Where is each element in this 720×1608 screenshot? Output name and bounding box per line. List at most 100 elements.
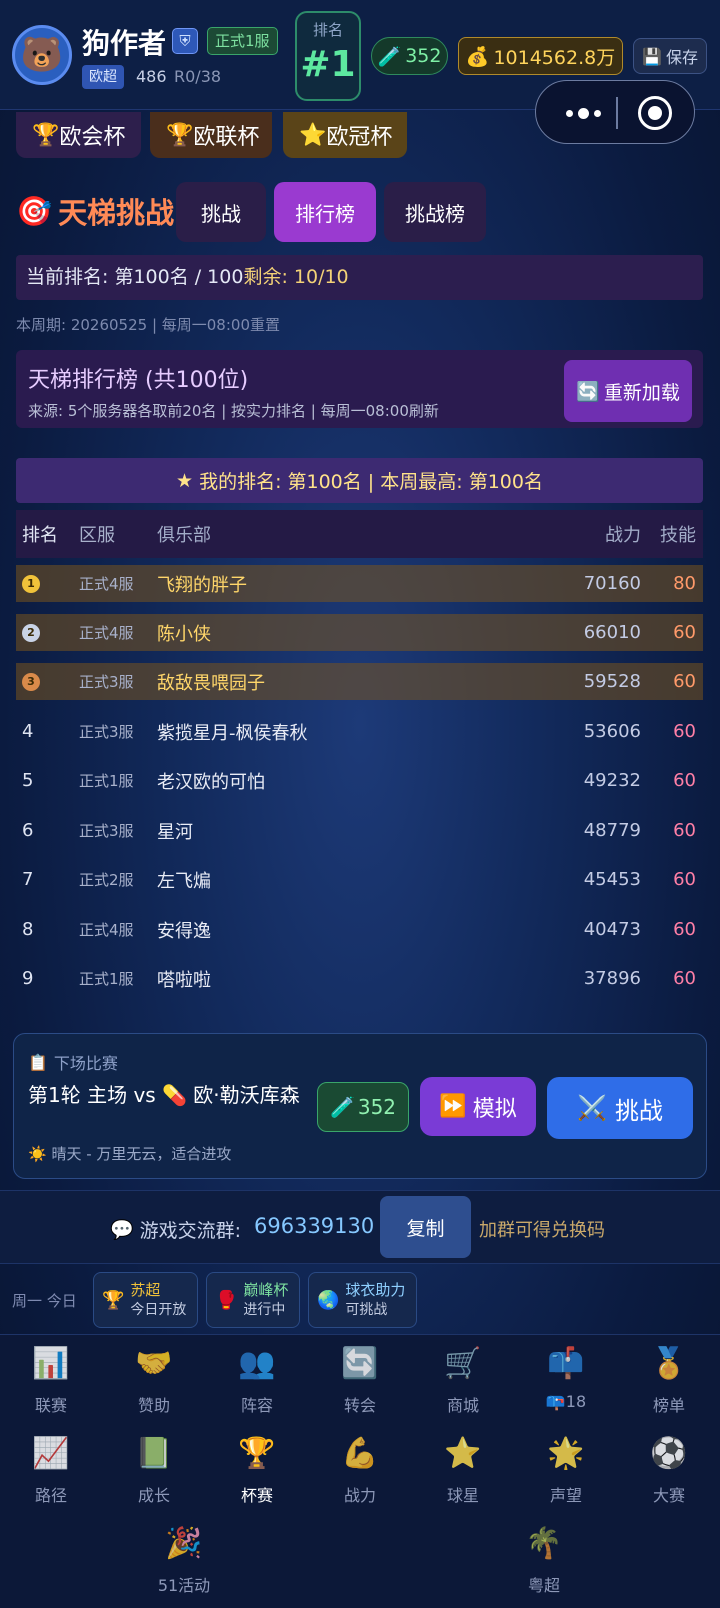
coins-pill[interactable]: 💰 1014562.8万: [458, 37, 623, 75]
soccer-ball-icon: ⚽: [650, 1436, 688, 1471]
community-note: 加群可得兑换码: [479, 1220, 605, 1241]
trophy-icon: 🏆: [166, 122, 194, 148]
row-skill: 60: [673, 968, 696, 989]
header-server: 区服: [79, 525, 115, 546]
row-server: 正式4服: [79, 624, 134, 642]
tab-challenge[interactable]: 挑战: [176, 182, 266, 242]
nav-cups[interactable]: 🏆 杯赛: [207, 1434, 307, 1524]
table-row[interactable]: 2 正式4服 陈小侠 66010 60: [16, 614, 703, 651]
challenge-label: 挑战: [614, 1096, 663, 1125]
nav-reputation[interactable]: 🌟 声望: [516, 1434, 616, 1524]
challenge-button[interactable]: ⚔️ 挑战: [547, 1077, 693, 1139]
crossed-swords-icon: ⚔️: [577, 1094, 607, 1122]
nav-power[interactable]: 💪 战力: [310, 1434, 410, 1524]
leaderboard-source: 来源: 5个服务器各取前20名 | 按实力排名 | 每周一08:00刷新: [28, 402, 439, 420]
row-power: 49232: [583, 770, 641, 791]
tab-challenge-board[interactable]: 挑战榜: [384, 182, 486, 242]
avatar[interactable]: 🐻: [12, 25, 72, 85]
nav-tournament[interactable]: ⚽ 大赛: [619, 1434, 719, 1524]
close-target-icon[interactable]: [638, 96, 672, 130]
row-server: 正式1服: [79, 970, 134, 988]
trophy-icon: 🏆: [32, 122, 60, 148]
simulate-button[interactable]: ⏩ 模拟: [420, 1077, 536, 1136]
table-row[interactable]: 5 正式1服 老汉欧的可怕 49232 60: [16, 762, 703, 799]
row-skill: 60: [673, 869, 696, 890]
community-label-text: 游戏交流群:: [139, 1220, 242, 1242]
copy-button[interactable]: 复制: [380, 1196, 471, 1258]
row-power: 70160: [583, 573, 641, 594]
bar-chart-icon: 📊: [32, 1346, 70, 1381]
leaderboard-title: 天梯排行榜 (共100位): [28, 368, 249, 393]
star-icon: ★: [176, 469, 194, 492]
sun-icon: ☀️: [28, 1145, 47, 1163]
nav-path[interactable]: 📈 路径: [1, 1434, 101, 1524]
reload-button[interactable]: 🔄 重新加载: [564, 360, 692, 422]
glowing-star-icon: 🌟: [547, 1436, 585, 1471]
nav-label: 杯赛: [240, 1486, 273, 1505]
table-row[interactable]: 1 正式4服 飞翔的胖子 70160 80: [16, 565, 703, 602]
row-power: 37896: [583, 968, 641, 989]
nav-label: 球星: [446, 1486, 479, 1505]
nav-label: 路径: [34, 1486, 67, 1505]
nav-rankings[interactable]: 🏅 榜单: [619, 1344, 719, 1434]
cup-europa-conference-button[interactable]: 🏆 欧会杯: [16, 112, 141, 158]
event-title: 巅峰杯: [243, 1281, 289, 1299]
row-rank: 6: [22, 820, 34, 841]
book-icon: 📗: [135, 1436, 173, 1471]
event-status: 可挑战: [345, 1302, 388, 1318]
tab-leaderboard[interactable]: 排行榜: [274, 182, 376, 242]
my-rank-text: 我的排名: 第100名 | 本周最高: 第100名: [199, 471, 543, 493]
nav-label: 大赛: [652, 1486, 685, 1505]
silver-medal-icon: 2: [22, 614, 62, 651]
nav-growth[interactable]: 📗 成长: [104, 1434, 204, 1524]
palm-tree-icon: 🌴: [525, 1526, 563, 1561]
cup-europa-league-button[interactable]: 🏆 欧联杯: [150, 112, 272, 158]
cup-label: 欧会杯: [59, 125, 126, 150]
nav-label: 51活动: [157, 1576, 211, 1595]
table-row[interactable]: 4 正式3服 紫揽星月-枫侯春秋 53606 60: [16, 713, 703, 750]
mailbox-icon: 📫: [547, 1346, 585, 1381]
nav-league[interactable]: 📊 联赛: [1, 1344, 101, 1434]
nav-mailbox[interactable]: 📫 📪18: [516, 1344, 616, 1434]
more-menu-icon[interactable]: [558, 101, 608, 125]
table-row[interactable]: 7 正式2服 左飞煸 45453 60: [16, 861, 703, 898]
energy-pill[interactable]: 🧪 352: [371, 37, 448, 75]
nav-may-event[interactable]: 🎉 51活动: [134, 1524, 234, 1608]
event-jersey-boost[interactable]: 🌏 球衣助力 可挑战: [308, 1272, 417, 1328]
party-popper-icon: 🎉: [165, 1526, 203, 1561]
cup-label: 欧联杯: [193, 125, 260, 150]
header-skill: 技能: [660, 525, 696, 546]
table-row[interactable]: 9 正式1服 嗒啦啦 37896 60: [16, 960, 703, 997]
star-icon: ⭐: [299, 122, 327, 148]
rank-box[interactable]: 排名 #1: [295, 11, 361, 101]
nav-stars[interactable]: ⭐ 球星: [413, 1434, 513, 1524]
energy-icon: 🧪: [377, 45, 402, 68]
nav-transfer[interactable]: 🔄 转会: [310, 1344, 410, 1434]
save-button[interactable]: 💾 保存: [633, 38, 707, 74]
table-row[interactable]: 6 正式3服 星河 48779 60: [16, 812, 703, 849]
week-info: 本周期: 20260525 | 每周一08:00重置: [16, 316, 280, 334]
row-club: 敌敌畏喂园子: [157, 672, 265, 694]
chat-bubble-icon: 💬: [110, 1219, 134, 1241]
nav-sponsor[interactable]: 🤝 赞助: [104, 1344, 204, 1434]
nav-shop[interactable]: 🛒 商城: [413, 1344, 513, 1434]
row-server: 正式3服: [79, 822, 134, 840]
table-header: 排名 区服 俱乐部 战力 技能: [16, 510, 703, 558]
table-row[interactable]: 3 正式3服 敌敌畏喂园子 59528 60: [16, 663, 703, 700]
nav-yue-super[interactable]: 🌴 粤超: [494, 1524, 594, 1608]
row-skill: 60: [673, 820, 696, 841]
row-club: 紫揽星月-枫侯春秋: [157, 722, 308, 744]
row-skill: 60: [673, 721, 696, 742]
event-title: 球衣助力: [345, 1281, 406, 1299]
gold-medal-icon: 1: [22, 565, 62, 602]
nav-label: 赞助: [137, 1396, 170, 1415]
event-peak-cup[interactable]: 🥊 巅峰杯 进行中: [206, 1272, 300, 1328]
table-row[interactable]: 8 正式4服 安得逸 40473 60: [16, 911, 703, 948]
event-su-super[interactable]: 🏆 苏超 今日开放: [93, 1272, 198, 1328]
row-power: 48779: [583, 820, 641, 841]
row-server: 正式1服: [79, 772, 134, 790]
mini-program-capsule: [535, 80, 695, 144]
nav-label: 📪18: [545, 1392, 587, 1411]
nav-lineup[interactable]: 👥 阵容: [207, 1344, 307, 1434]
cup-champions-league-button[interactable]: ⭐ 欧冠杯: [283, 112, 407, 158]
